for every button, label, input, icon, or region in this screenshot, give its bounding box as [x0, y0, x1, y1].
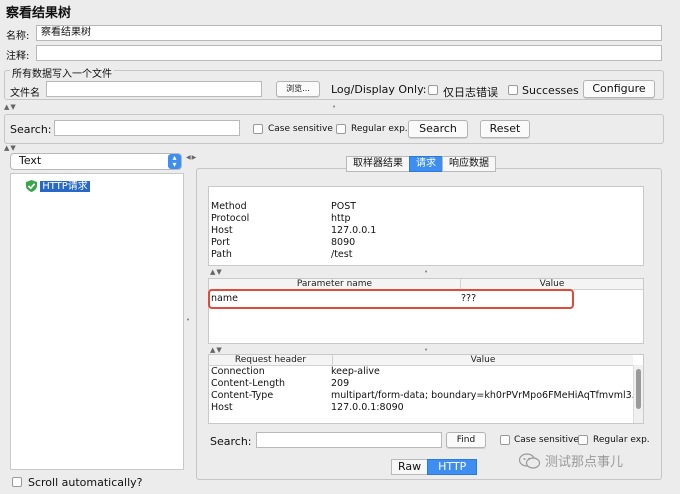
inner-case-sensitive-label: Case sensitive — [514, 435, 579, 445]
splitter-grip[interactable]: • — [332, 103, 336, 111]
file-section-legend: 所有数据写入一个文件 — [10, 65, 114, 80]
inner-case-sensitive-checkbox[interactable] — [500, 435, 510, 445]
splitter-grip-3[interactable]: • — [424, 268, 428, 276]
search-label: Search: — [10, 123, 52, 136]
table-row[interactable]: Content-Type multipart/form-data; boundar… — [209, 390, 633, 402]
find-button[interactable]: Find — [446, 432, 486, 448]
successes-label: Successes — [522, 84, 579, 97]
vertical-splitter-arrows[interactable]: ◀▶ — [186, 154, 197, 161]
request-info-row: Method POST — [211, 201, 357, 212]
headers-col-value[interactable]: Value — [333, 355, 633, 365]
params-col-name[interactable]: Parameter name — [209, 279, 461, 289]
regex-label: Regular exp. — [351, 124, 408, 134]
tab-http[interactable]: HTTP — [427, 459, 478, 475]
vertical-splitter-grip[interactable]: • — [186, 316, 190, 324]
splitter-grip-4[interactable]: • — [424, 346, 428, 354]
filename-input[interactable] — [46, 81, 262, 97]
chevron-updown-icon[interactable]: ▴ ▾ — [168, 154, 181, 169]
browse-button[interactable]: 浏览... — [276, 81, 320, 97]
reset-button[interactable]: Reset — [480, 120, 530, 138]
request-info-row: Host 127.0.0.1 — [211, 225, 377, 236]
name-label: 名称: — [6, 31, 30, 42]
case-sensitive-checkbox[interactable] — [253, 124, 263, 134]
watermark: 测试那点事儿 — [519, 451, 623, 470]
request-info-row: Path/test — [211, 249, 353, 260]
watermark-text: 测试那点事儿 — [545, 455, 624, 470]
table-row[interactable]: Content-Length 209 — [209, 378, 633, 390]
filename-label: 文件名 — [10, 88, 40, 99]
tab-request[interactable]: 请求 — [409, 156, 443, 172]
headers-table: Request header Value Connection keep-aliv… — [208, 354, 644, 424]
tree-item[interactable]: HTTP请求 — [26, 177, 90, 192]
params-col-value[interactable]: Value — [461, 279, 643, 289]
bottom-tabs: Raw HTTP — [391, 459, 478, 475]
request-info-row: Port 8090 — [211, 237, 356, 248]
inner-regex-label: Regular exp. — [593, 435, 650, 445]
headers-scrollbar[interactable] — [633, 365, 643, 423]
configure-button[interactable]: Configure — [583, 80, 655, 98]
scrollbar-thumb[interactable] — [636, 369, 641, 409]
request-info-row: Protocol http — [211, 213, 351, 224]
splitter-handle-4[interactable]: ▲▼ — [210, 347, 223, 354]
shield-check-icon — [26, 180, 37, 192]
case-sensitive-label: Case sensitive — [268, 124, 333, 134]
headers-col-name[interactable]: Request header — [209, 355, 333, 365]
splitter-handle[interactable]: ▲▼ — [4, 104, 17, 111]
renderer-select[interactable]: Text — [10, 153, 182, 170]
errors-only-checkbox[interactable] — [428, 85, 438, 95]
renderer-select-value: Text — [19, 154, 42, 167]
inner-search-input[interactable] — [256, 432, 442, 448]
scroll-auto-label: Scroll automatically? — [28, 476, 143, 489]
scroll-auto-checkbox[interactable] — [12, 477, 22, 487]
result-tree — [10, 173, 184, 470]
regex-checkbox[interactable] — [336, 124, 346, 134]
headers-table-header: Request header Value — [209, 355, 633, 366]
inner-regex-checkbox[interactable] — [578, 435, 588, 445]
inner-search-label: Search: — [210, 435, 252, 448]
search-button[interactable]: Search — [408, 120, 468, 138]
splitter-handle-2[interactable]: ▲▼ — [4, 145, 17, 152]
successes-checkbox[interactable] — [508, 85, 518, 95]
wechat-icon — [519, 452, 541, 469]
request-info-box: Method POST Protocol http Host 127.0.0.1 Po… — [208, 186, 644, 266]
log-display-label: Log/Display Only: — [331, 83, 427, 96]
splitter-handle-3[interactable]: ▲▼ — [210, 269, 223, 276]
name-input[interactable]: 察看结果树 — [36, 25, 662, 41]
tab-sampler-result[interactable]: 取样器结果 — [346, 156, 410, 172]
page-title: 察看结果树 — [6, 6, 72, 21]
tab-raw[interactable]: Raw — [391, 459, 429, 475]
comment-input[interactable] — [36, 45, 662, 61]
tree-item-label: HTTP请求 — [40, 181, 90, 192]
table-row[interactable]: Connection keep-alive — [209, 366, 633, 378]
search-input[interactable] — [54, 120, 240, 136]
result-tabs: 取样器结果 请求 响应数据 — [346, 156, 496, 172]
tab-response-data[interactable]: 响应数据 — [442, 156, 496, 172]
params-table: Parameter name Value name ??? — [208, 278, 644, 344]
comment-label: 注释: — [6, 51, 30, 62]
errors-only-label: 仅日志错误 — [443, 86, 498, 99]
table-row[interactable]: Host 127.0.0.1:8090 — [209, 402, 633, 414]
highlight-box — [208, 289, 574, 309]
